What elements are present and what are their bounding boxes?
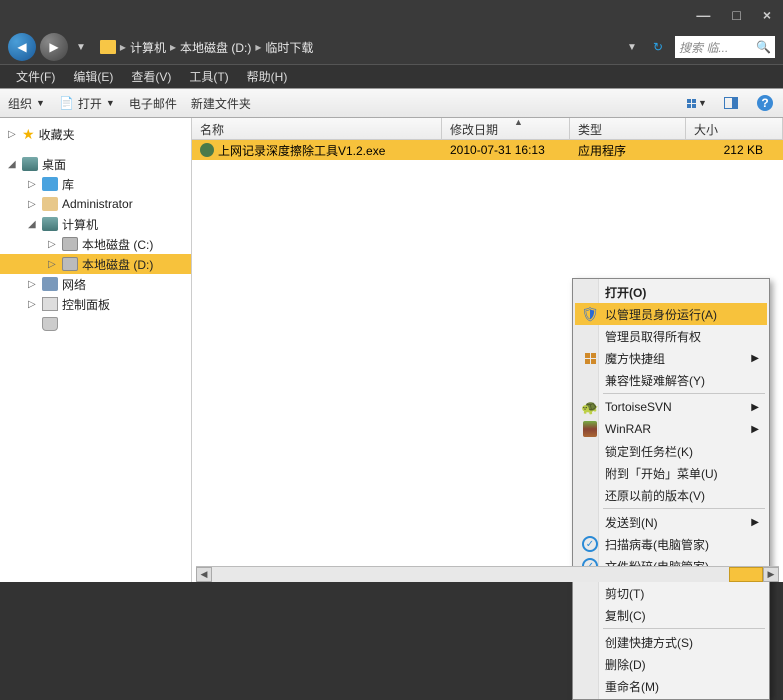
organize-button[interactable]: 组织 ▼ — [8, 95, 45, 112]
ctx-open[interactable]: 打开(O) — [575, 281, 767, 303]
user-icon — [42, 197, 58, 211]
breadcrumb-seg[interactable]: 本地磁盘 (D:) — [180, 39, 251, 56]
col-date[interactable]: 修改日期 — [442, 118, 570, 139]
exe-icon — [200, 143, 214, 157]
computer-icon — [42, 217, 58, 231]
ctx-winrar[interactable]: WinRAR▶ — [575, 418, 767, 440]
ctx-compat[interactable]: 兼容性疑难解答(Y) — [575, 369, 767, 391]
desktop-icon — [22, 157, 38, 171]
ctx-restore-versions[interactable]: 还原以前的版本(V) — [575, 484, 767, 506]
tortoise-icon: 🐢 — [581, 398, 599, 416]
scroll-left-button[interactable]: ◀ — [196, 567, 212, 582]
search-icon: 🔍 — [756, 40, 771, 54]
breadcrumb-seg[interactable]: 计算机 — [130, 39, 166, 56]
newfolder-button[interactable]: 新建文件夹 — [191, 95, 251, 112]
star-icon: ★ — [22, 126, 35, 143]
ctx-rename[interactable]: 重命名(M) — [575, 675, 767, 697]
tree-favorites[interactable]: ▷★收藏夹 — [0, 124, 191, 144]
folder-icon — [100, 40, 116, 54]
search-input[interactable]: 搜索 临... 🔍 — [675, 36, 775, 58]
col-type[interactable]: 类型 — [570, 118, 686, 139]
scroll-thumb[interactable] — [729, 567, 763, 582]
shield-check-icon: ✓ — [581, 535, 599, 553]
ctx-create-shortcut[interactable]: 创建快捷方式(S) — [575, 631, 767, 653]
ctx-scan-virus[interactable]: ✓扫描病毒(电脑管家) — [575, 533, 767, 555]
tree-admin[interactable]: ▷Administrator — [0, 194, 191, 214]
tree-libraries[interactable]: ▷库 — [0, 174, 191, 194]
shield-icon: 🛡 — [581, 305, 599, 323]
tree-recycle-bin[interactable] — [0, 314, 191, 334]
scroll-right-button[interactable]: ▶ — [763, 567, 779, 582]
tree-network[interactable]: ▷网络 — [0, 274, 191, 294]
ctx-take-ownership[interactable]: 管理员取得所有权 — [575, 325, 767, 347]
context-menu: 打开(O) 🛡以管理员身份运行(A) 管理员取得所有权 魔方快捷组▶ 兼容性疑难… — [572, 278, 770, 700]
column-headers: 名称 修改日期 类型 大小 — [192, 118, 783, 140]
tree-desktop[interactable]: ◢桌面 — [0, 154, 191, 174]
navigation-tree: ▷★收藏夹 ◢桌面 ▷库 ▷Administrator ◢计算机 ▷本地磁盘 (… — [0, 118, 192, 582]
ctx-run-as-admin[interactable]: 🛡以管理员身份运行(A) — [575, 303, 767, 325]
grid-icon — [581, 349, 599, 367]
ctx-pin-start[interactable]: 附到「开始」菜单(U) — [575, 462, 767, 484]
refresh-button[interactable]: ↻ — [645, 40, 671, 54]
winrar-icon — [581, 420, 599, 438]
breadcrumb[interactable]: ▸ 计算机 ▸ 本地磁盘 (D:) ▸ 临时下载 — [94, 39, 619, 56]
close-button[interactable]: × — [763, 7, 771, 23]
help-button[interactable]: ? — [755, 93, 775, 113]
minimize-button[interactable]: — — [696, 7, 710, 23]
back-button[interactable]: ◀ — [8, 33, 36, 61]
menu-help[interactable]: 帮助(H) — [239, 66, 296, 87]
preview-pane-button[interactable] — [721, 93, 741, 113]
menu-edit[interactable]: 编辑(E) — [65, 66, 121, 87]
ctx-tortoisesvn[interactable]: 🐢TortoiseSVN▶ — [575, 396, 767, 418]
ctx-delete[interactable]: 删除(D) — [575, 653, 767, 675]
drive-icon — [62, 237, 78, 251]
ctx-cut[interactable]: 剪切(T) — [575, 582, 767, 604]
tree-computer[interactable]: ◢计算机 — [0, 214, 191, 234]
ctx-pin-taskbar[interactable]: 锁定到任务栏(K) — [575, 440, 767, 462]
control-panel-icon — [42, 297, 58, 311]
tree-drive-c[interactable]: ▷本地磁盘 (C:) — [0, 234, 191, 254]
menu-file[interactable]: 文件(F) — [8, 66, 63, 87]
history-dropdown[interactable]: ▼ — [72, 42, 90, 53]
ctx-mofang[interactable]: 魔方快捷组▶ — [575, 347, 767, 369]
horizontal-scrollbar[interactable]: ◀ ▶ — [196, 566, 779, 582]
maximize-button[interactable]: □ — [732, 7, 740, 23]
sort-indicator-icon: ▲ — [514, 117, 523, 127]
drive-icon — [62, 257, 78, 271]
recycle-icon — [42, 317, 58, 331]
file-row[interactable]: 上网记录深度擦除工具V1.2.exe 2010-07-31 16:13 应用程序… — [192, 140, 783, 160]
menu-view[interactable]: 查看(V) — [123, 66, 179, 87]
tree-control-panel[interactable]: ▷控制面板 — [0, 294, 191, 314]
ctx-copy[interactable]: 复制(C) — [575, 604, 767, 626]
breadcrumb-seg[interactable]: 临时下载 — [265, 39, 313, 56]
open-button[interactable]: 📄打开 ▼ — [59, 95, 115, 112]
email-button[interactable]: 电子邮件 — [129, 95, 177, 112]
network-icon — [42, 277, 58, 291]
menu-tools[interactable]: 工具(T) — [181, 66, 236, 87]
col-size[interactable]: 大小 — [686, 118, 783, 139]
forward-button[interactable]: ▶ — [40, 33, 68, 61]
col-name[interactable]: 名称 — [192, 118, 442, 139]
path-dropdown[interactable]: ▼ — [623, 42, 641, 53]
tree-drive-d[interactable]: ▷本地磁盘 (D:) — [0, 254, 191, 274]
library-icon — [42, 177, 58, 191]
ctx-send-to[interactable]: 发送到(N)▶ — [575, 511, 767, 533]
view-options-button[interactable]: ▼ — [687, 93, 707, 113]
